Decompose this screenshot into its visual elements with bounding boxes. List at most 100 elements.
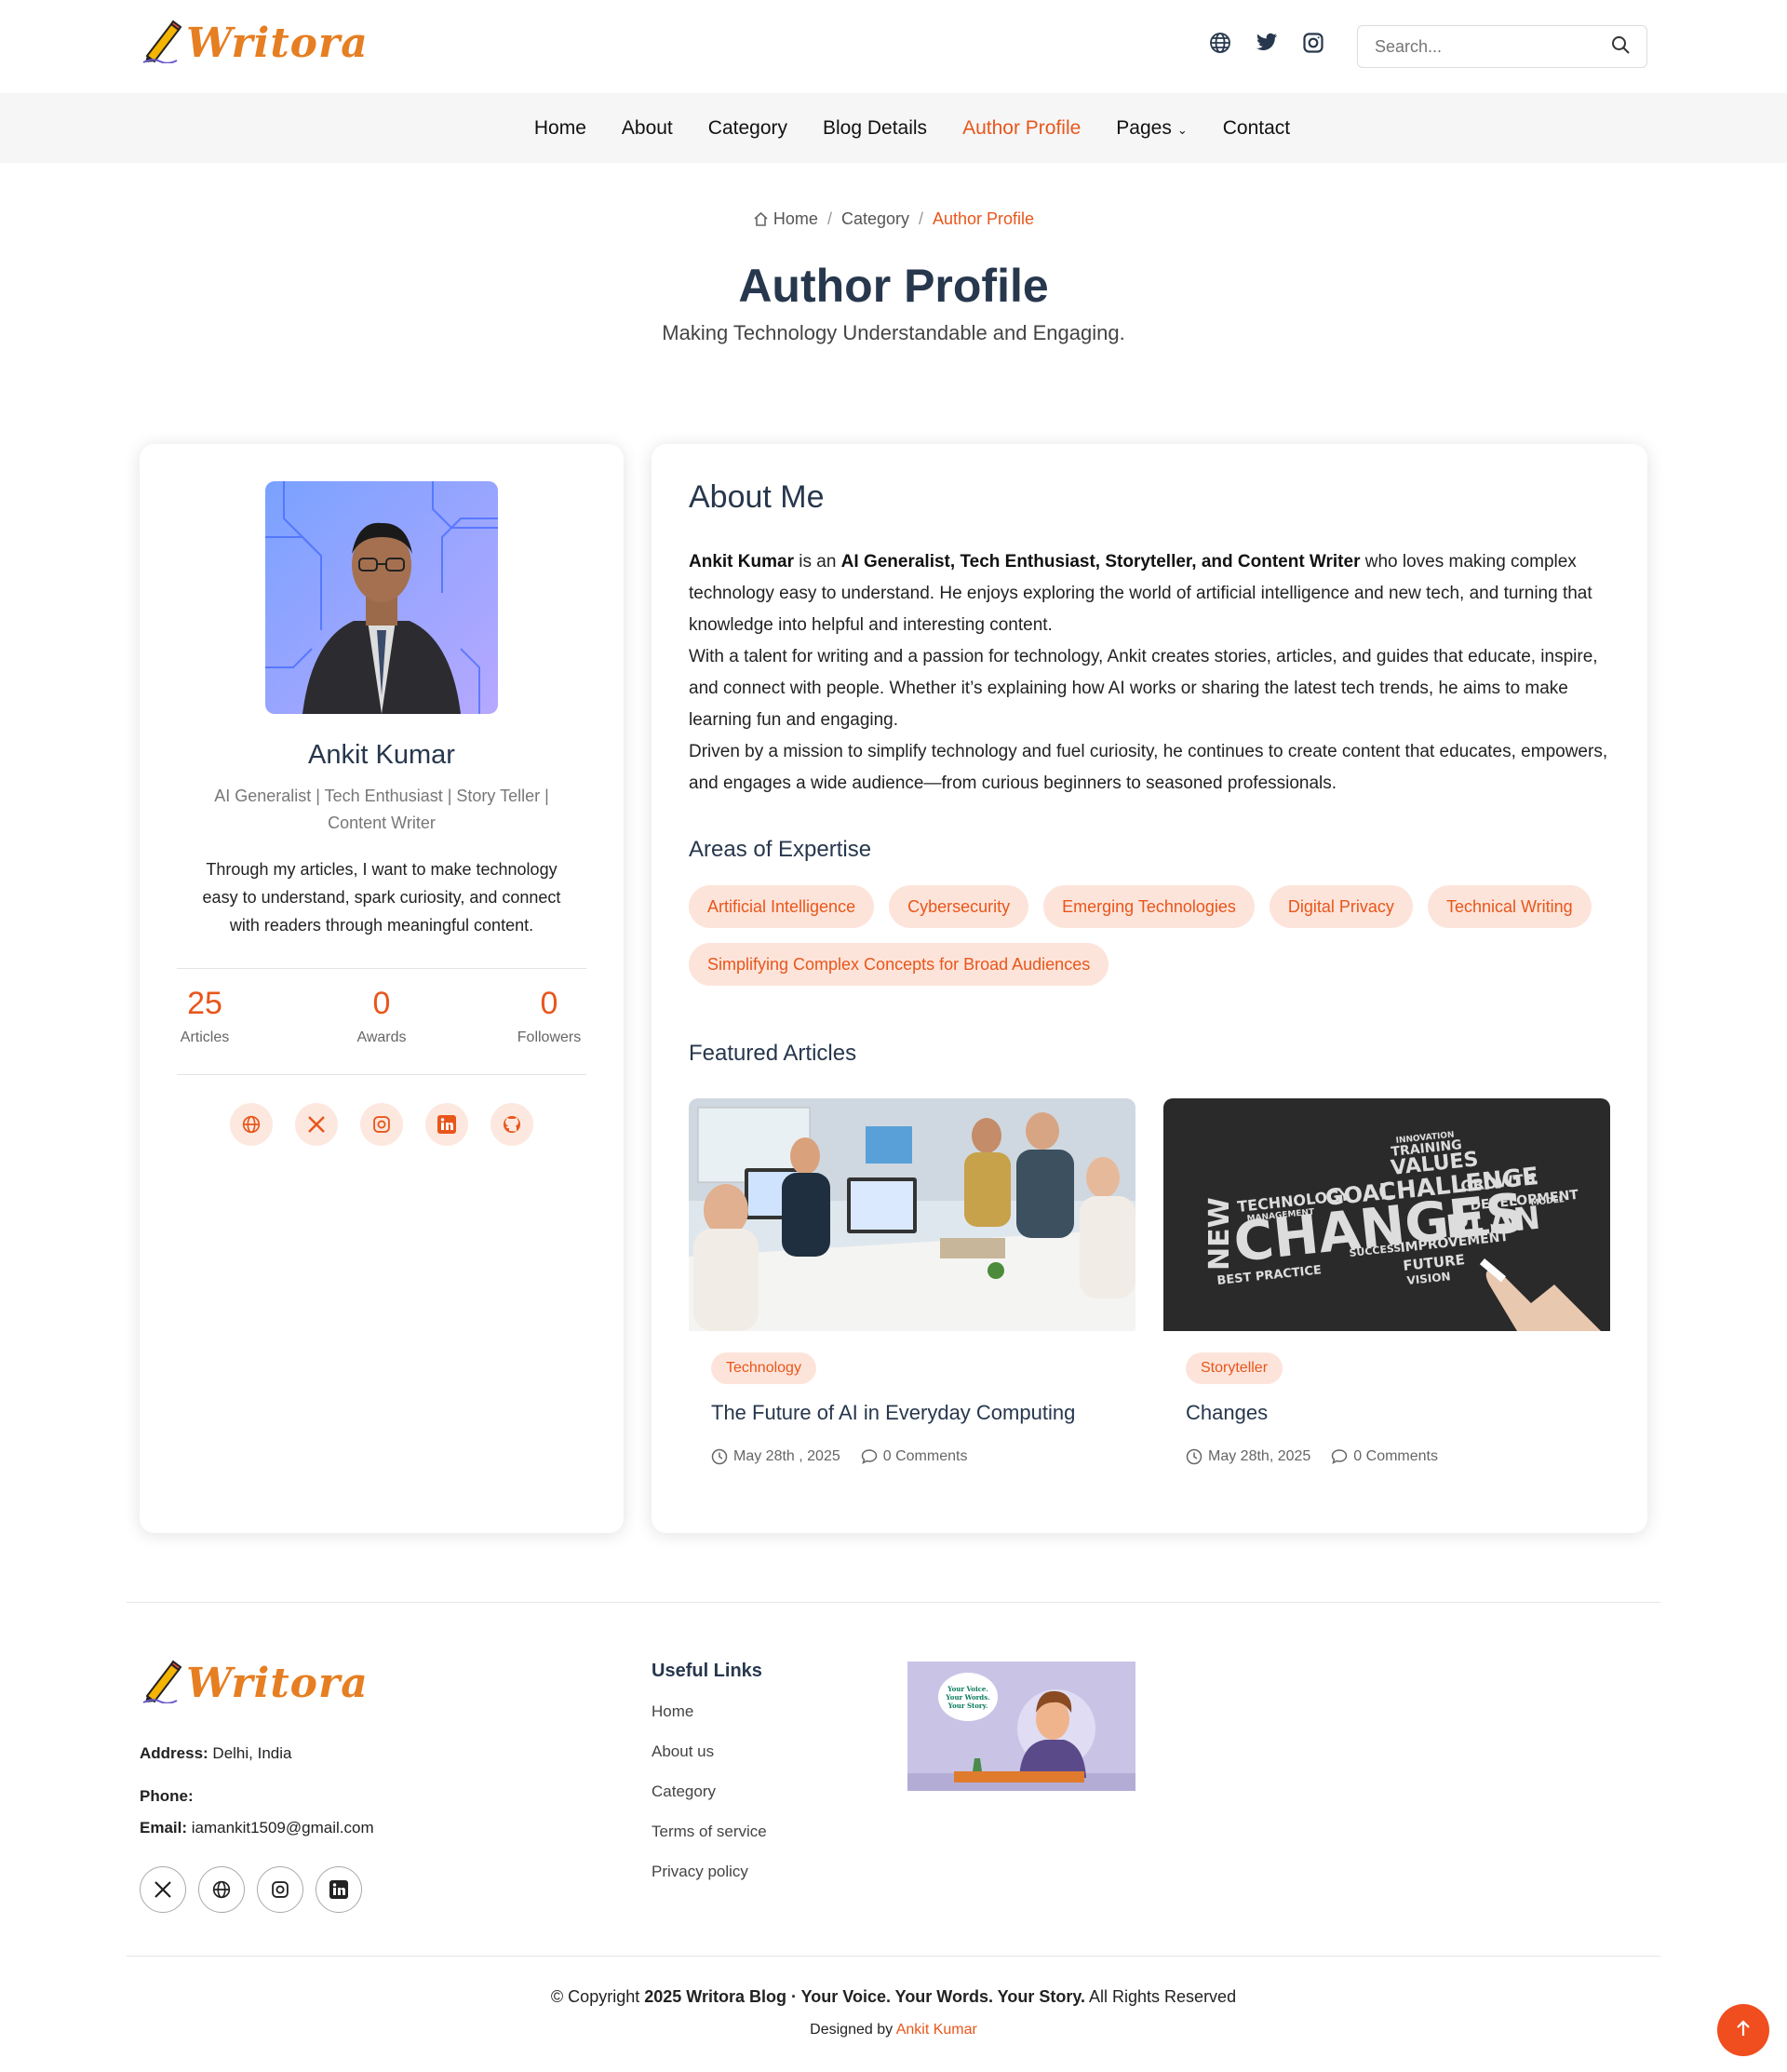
stat-awards-value: 0 bbox=[372, 986, 391, 1021]
author-avatar bbox=[265, 481, 498, 714]
article-meta: May 28th , 2025 0 Comments bbox=[711, 1448, 967, 1465]
article-comments-text: 0 Comments bbox=[1353, 1448, 1438, 1464]
arrow-up-icon bbox=[1735, 2019, 1752, 2042]
about-paragraph-3: Driven by a mission to simplify technolo… bbox=[689, 742, 1608, 793]
footer-link-about[interactable]: About us bbox=[652, 1742, 767, 1761]
main-nav: Home About Category Blog Details Author … bbox=[0, 93, 1787, 163]
designer-link[interactable]: Ankit Kumar bbox=[896, 2022, 977, 2038]
expertise-tag[interactable]: Simplifying Complex Concepts for Broad A… bbox=[689, 943, 1109, 986]
about-paragraph-2: With a talent for writing and a passion … bbox=[689, 647, 1598, 730]
article-comments[interactable]: 0 Comments bbox=[861, 1448, 967, 1465]
breadcrumb-category[interactable]: Category bbox=[841, 209, 909, 228]
stat-awards: 0 Awards bbox=[344, 986, 419, 1046]
about-roles: AI Generalist, Tech Enthusiast, Storytel… bbox=[840, 552, 1361, 572]
expertise-tag[interactable]: Digital Privacy bbox=[1269, 885, 1413, 928]
footer-address-label: Address: bbox=[140, 1744, 208, 1762]
page-title: Author Profile bbox=[738, 260, 1049, 312]
search-icon[interactable] bbox=[1611, 35, 1630, 59]
footer-link-category[interactable]: Category bbox=[652, 1783, 767, 1801]
article-date-text: May 28th , 2025 bbox=[733, 1448, 840, 1464]
about-name: Ankit Kumar bbox=[689, 552, 794, 572]
changes-word-new: NEW bbox=[1203, 1197, 1236, 1271]
twitter-icon[interactable] bbox=[1255, 31, 1279, 55]
useful-links: Useful Links Home About us Category Term… bbox=[652, 1661, 767, 1903]
stat-articles-label: Articles bbox=[180, 1029, 230, 1045]
article-title[interactable]: Changes bbox=[1186, 1401, 1268, 1425]
linkedin-icon[interactable] bbox=[425, 1103, 468, 1146]
scroll-to-top-button[interactable] bbox=[1717, 2004, 1769, 2056]
designed-by: Designed by Ankit Kumar bbox=[0, 2022, 1787, 2038]
author-bio: Through my articles, I want to make tech… bbox=[202, 860, 561, 935]
article-title[interactable]: The Future of AI in Everyday Computing bbox=[711, 1401, 1075, 1425]
stat-awards-label: Awards bbox=[356, 1029, 407, 1045]
instagram-icon[interactable] bbox=[257, 1866, 303, 1913]
nav-contact[interactable]: Contact bbox=[1223, 117, 1290, 140]
article-date-text: May 28th, 2025 bbox=[1208, 1448, 1311, 1464]
pencil-icon bbox=[140, 1659, 182, 1708]
instagram-icon[interactable] bbox=[1301, 31, 1325, 55]
article-card[interactable]: Technology The Future of AI in Everyday … bbox=[689, 1098, 1135, 1465]
author-stats: 25 Articles 0 Awards 0 Followers bbox=[177, 968, 586, 1075]
about-paragraph-1: Ankit Kumar is an AI Generalist, Tech En… bbox=[689, 546, 1619, 641]
instagram-icon[interactable] bbox=[360, 1103, 403, 1146]
footer-illustration: Your Voice. Your Words. Your Story. bbox=[907, 1662, 1135, 1791]
site-logo[interactable]: Writora bbox=[140, 19, 369, 68]
about-heading: About Me bbox=[689, 479, 825, 515]
about-card: About Me Ankit Kumar is an AI Generalist… bbox=[652, 444, 1647, 1533]
stat-articles-value: 25 bbox=[187, 986, 222, 1021]
article-comments[interactable]: 0 Comments bbox=[1331, 1448, 1438, 1465]
footer-social bbox=[140, 1866, 362, 1913]
nav-pages-label: Pages bbox=[1116, 116, 1172, 139]
footer-divider-top bbox=[127, 1602, 1660, 1603]
nav-blog-details[interactable]: Blog Details bbox=[823, 117, 927, 140]
footer-logo[interactable]: Writora bbox=[140, 1659, 369, 1708]
footer-link-privacy[interactable]: Privacy policy bbox=[652, 1863, 767, 1881]
globe-icon[interactable] bbox=[230, 1103, 273, 1146]
article-card[interactable]: CHANGES NEW GOAL CHALLENGE VALUES PLAN T… bbox=[1163, 1098, 1610, 1465]
brand-name: Writora bbox=[186, 20, 369, 67]
expertise-heading: Areas of Expertise bbox=[689, 837, 872, 862]
author-role: AI Generalist | Tech Enthusiast | Story … bbox=[214, 787, 549, 832]
featured-heading: Featured Articles bbox=[689, 1041, 857, 1066]
article-image-changes[interactable]: CHANGES NEW GOAL CHALLENGE VALUES PLAN T… bbox=[1163, 1098, 1610, 1331]
article-category-badge[interactable]: Technology bbox=[711, 1352, 816, 1384]
about-text: Ankit Kumar is an AI Generalist, Tech En… bbox=[689, 546, 1619, 800]
breadcrumb-current: Author Profile bbox=[933, 209, 1035, 228]
nav-about[interactable]: About bbox=[622, 117, 673, 140]
footer-email-value[interactable]: iamankit1509@gmail.com bbox=[192, 1819, 374, 1837]
copyright-bold: 2025 Writora Blog · Your Voice. Your Wor… bbox=[644, 1987, 1085, 2006]
expertise-tag[interactable]: Cybersecurity bbox=[889, 885, 1029, 928]
nav-author-profile[interactable]: Author Profile bbox=[962, 117, 1081, 140]
globe-icon[interactable] bbox=[198, 1866, 245, 1913]
article-meta: May 28th, 2025 0 Comments bbox=[1186, 1448, 1438, 1465]
article-category-badge[interactable]: Storyteller bbox=[1186, 1352, 1283, 1384]
profile-card: Ankit Kumar AI Generalist | Tech Enthusi… bbox=[140, 444, 624, 1533]
x-icon[interactable] bbox=[140, 1866, 186, 1913]
expertise-tag[interactable]: Technical Writing bbox=[1427, 885, 1592, 928]
globe-icon[interactable] bbox=[1208, 31, 1232, 55]
breadcrumb: Home / Category / Author Profile bbox=[0, 209, 1787, 229]
breadcrumb-home[interactable]: Home bbox=[773, 209, 818, 228]
x-icon[interactable] bbox=[295, 1103, 338, 1146]
nav-category[interactable]: Category bbox=[708, 117, 787, 140]
expertise-tag[interactable]: Artificial Intelligence bbox=[689, 885, 875, 928]
expertise-tag[interactable]: Emerging Technologies bbox=[1043, 885, 1255, 928]
search-input[interactable] bbox=[1375, 36, 1598, 57]
footer-address: Address: Delhi, India bbox=[140, 1744, 291, 1763]
nav-home[interactable]: Home bbox=[534, 117, 586, 140]
nav-pages[interactable]: Pages ⌄ bbox=[1116, 117, 1187, 140]
stat-followers-label: Followers bbox=[517, 1029, 582, 1045]
copyright: © Copyright 2025 Writora Blog · Your Voi… bbox=[0, 1987, 1787, 2007]
article-image-office[interactable] bbox=[689, 1098, 1135, 1331]
footer-link-home[interactable]: Home bbox=[652, 1702, 767, 1721]
clock-icon bbox=[1186, 1448, 1203, 1465]
bubble-line-1: Your Voice. bbox=[947, 1685, 988, 1693]
chat-icon bbox=[861, 1448, 878, 1465]
footer-brand-name: Writora bbox=[186, 1660, 369, 1707]
stat-articles: 25 Articles bbox=[177, 986, 233, 1046]
search-box bbox=[1357, 25, 1647, 68]
github-icon[interactable] bbox=[490, 1103, 533, 1146]
stat-followers-value: 0 bbox=[540, 986, 558, 1021]
linkedin-icon[interactable] bbox=[316, 1866, 362, 1913]
footer-link-terms[interactable]: Terms of service bbox=[652, 1823, 767, 1841]
